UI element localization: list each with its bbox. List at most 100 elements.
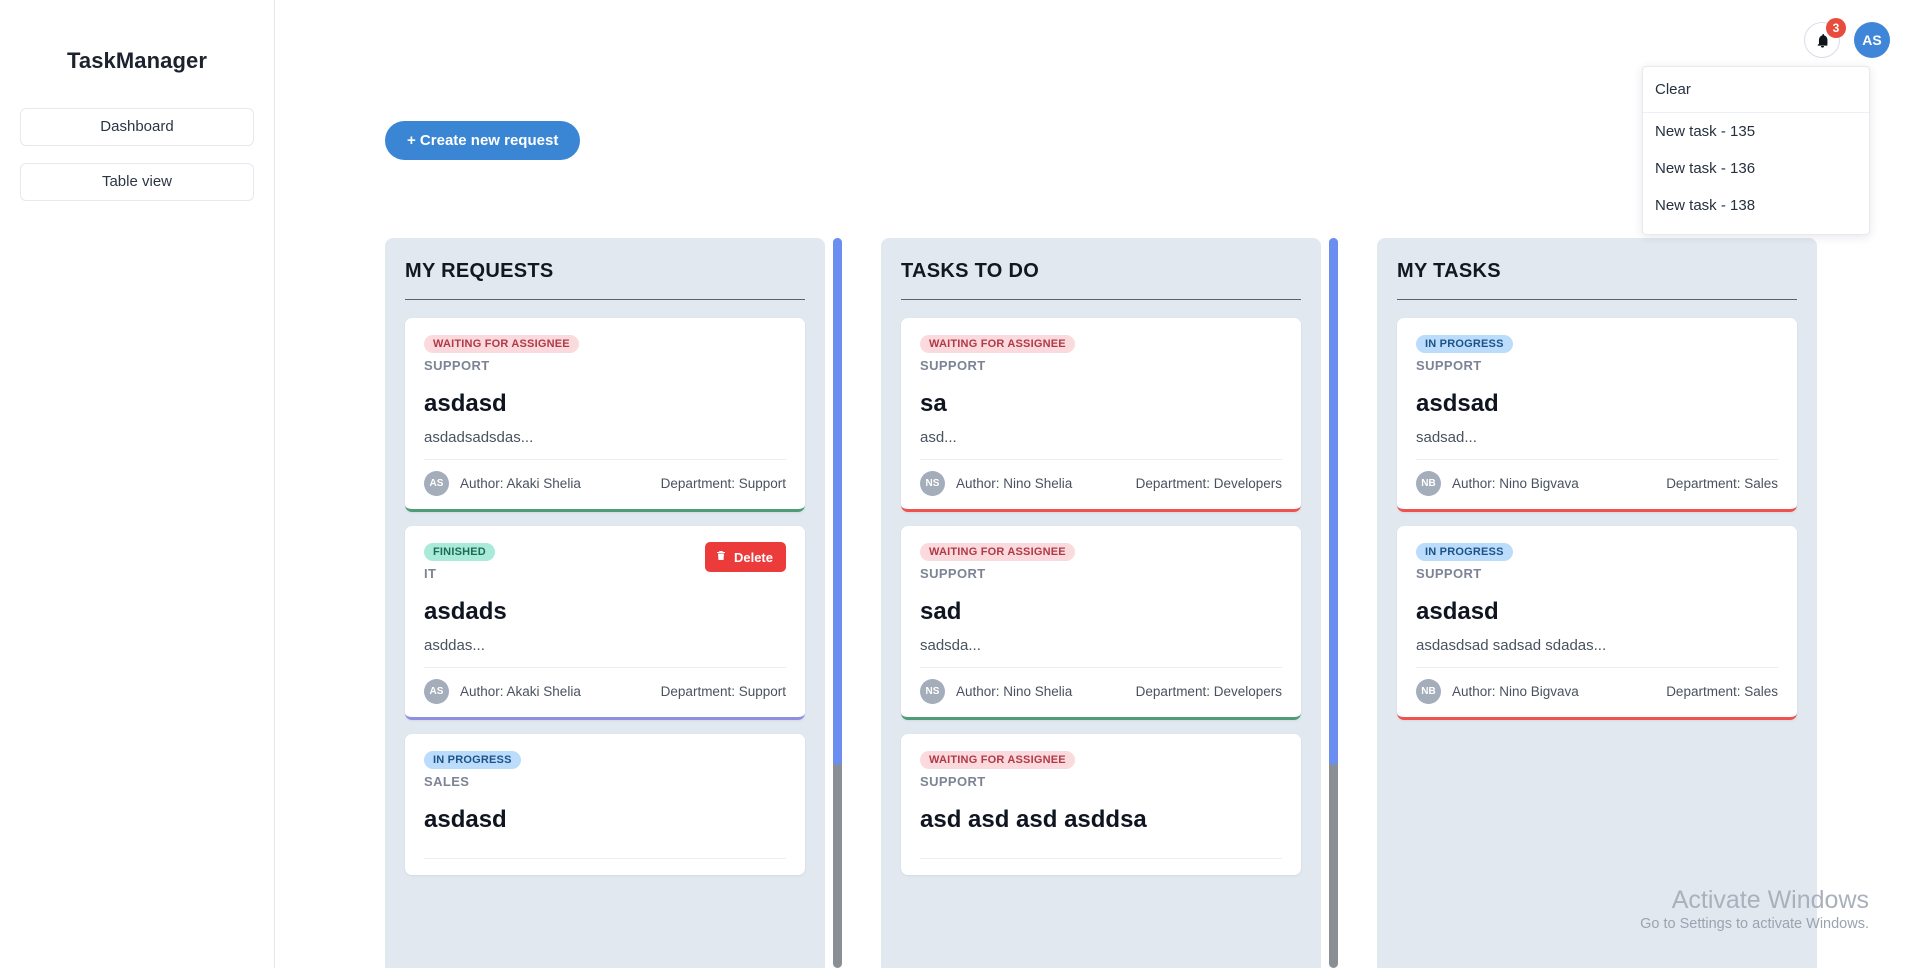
task-card[interactable]: FINISHED IT Delete <box>405 526 805 720</box>
task-card[interactable]: IN PROGRESS SUPPORT asdasd asdasdsad sad… <box>1397 526 1797 720</box>
app-brand-title: TaskManager <box>0 48 274 74</box>
card-department: Department: Support <box>661 684 786 699</box>
card-footer: NS Author: Nino Shelia Department: Devel… <box>920 679 1282 704</box>
card-description: asdasdsad sadsad sdadas... <box>1416 637 1778 668</box>
card-department-tag: SUPPORT <box>424 358 579 373</box>
card-department-tag: SUPPORT <box>1416 358 1513 373</box>
avatar: NB <box>1416 471 1441 496</box>
card-header: IN PROGRESS SALES <box>424 750 786 789</box>
column-scrollbar-thumb[interactable] <box>1329 238 1338 765</box>
card-footer: AS Author: Akaki Shelia Department: Supp… <box>424 679 786 704</box>
board-column-wrapper: TASKS TO DO WAITING FOR ASSIGNEE SUPPORT… <box>881 238 1377 968</box>
column-divider <box>1397 299 1797 300</box>
task-card[interactable]: IN PROGRESS SUPPORT asdsad sadsad... NB … <box>1397 318 1797 512</box>
main-content: 3 AS Clear New task - 135 New task - 136… <box>275 0 1920 968</box>
card-header: IN PROGRESS SUPPORT <box>1416 542 1778 581</box>
notification-count-badge: 3 <box>1826 18 1846 38</box>
task-card[interactable]: IN PROGRESS SALES asdasd <box>405 734 805 875</box>
board-column-tasks-to-do: TASKS TO DO WAITING FOR ASSIGNEE SUPPORT… <box>881 238 1321 968</box>
card-department: Department: Support <box>661 476 786 491</box>
board-column-my-tasks: MY TASKS IN PROGRESS SUPPORT asdsad sads… <box>1377 238 1817 968</box>
card-header: FINISHED IT Delete <box>424 542 786 581</box>
card-description: asdadsadsdas... <box>424 429 786 460</box>
sidebar-item-dashboard[interactable]: Dashboard <box>20 108 254 146</box>
status-badge: IN PROGRESS <box>1416 335 1513 353</box>
card-department-tag: SALES <box>424 774 521 789</box>
card-department: Department: Developers <box>1136 476 1282 491</box>
avatar: AS <box>424 471 449 496</box>
avatar: AS <box>424 679 449 704</box>
card-department-tag: SUPPORT <box>920 566 1075 581</box>
card-author: Author: Nino Bigvava <box>1452 476 1579 491</box>
card-author: Author: Nino Shelia <box>956 476 1072 491</box>
card-title: asdasd <box>424 390 786 418</box>
notification-item[interactable]: New task - 135 <box>1643 113 1869 150</box>
status-badge: WAITING FOR ASSIGNEE <box>920 335 1075 353</box>
card-author: Author: Nino Shelia <box>956 684 1072 699</box>
card-title: asdsad <box>1416 390 1778 418</box>
board-column-wrapper: MY REQUESTS WAITING FOR ASSIGNEE SUPPORT… <box>385 238 881 968</box>
trash-icon <box>715 549 727 565</box>
avatar: NB <box>1416 679 1441 704</box>
card-department-tag: SUPPORT <box>920 774 1075 789</box>
card-footer: NB Author: Nino Bigvava Department: Sale… <box>1416 471 1778 496</box>
task-card[interactable]: WAITING FOR ASSIGNEE SUPPORT asd asd asd… <box>901 734 1301 875</box>
card-header: WAITING FOR ASSIGNEE SUPPORT <box>920 334 1282 373</box>
task-card[interactable]: WAITING FOR ASSIGNEE SUPPORT sad sadsda.… <box>901 526 1301 720</box>
card-department: Department: Developers <box>1136 684 1282 699</box>
column-scrollbar-thumb[interactable] <box>833 238 842 765</box>
column-divider <box>405 299 805 300</box>
card-description <box>424 845 786 859</box>
card-header: IN PROGRESS SUPPORT <box>1416 334 1778 373</box>
card-title: asdasd <box>1416 598 1778 626</box>
user-avatar[interactable]: AS <box>1854 22 1890 58</box>
task-card[interactable]: WAITING FOR ASSIGNEE SUPPORT asdasd asda… <box>405 318 805 512</box>
board-column-my-requests: MY REQUESTS WAITING FOR ASSIGNEE SUPPORT… <box>385 238 825 968</box>
card-header: WAITING FOR ASSIGNEE SUPPORT <box>424 334 786 373</box>
card-department-tag: SUPPORT <box>1416 566 1513 581</box>
kanban-board: MY REQUESTS WAITING FOR ASSIGNEE SUPPORT… <box>385 238 1910 968</box>
column-divider <box>901 299 1301 300</box>
notifications-button[interactable]: 3 <box>1804 22 1840 58</box>
status-badge: WAITING FOR ASSIGNEE <box>920 543 1075 561</box>
avatar: NS <box>920 471 945 496</box>
card-title: sad <box>920 598 1282 626</box>
delete-button-label: Delete <box>734 550 773 565</box>
notification-item[interactable]: New task - 136 <box>1643 150 1869 187</box>
card-description <box>920 845 1282 859</box>
card-department-tag: SUPPORT <box>920 358 1075 373</box>
board-column-wrapper: MY TASKS IN PROGRESS SUPPORT asdsad sads… <box>1377 238 1873 968</box>
status-badge: IN PROGRESS <box>424 751 521 769</box>
column-scrollbar-track[interactable] <box>833 238 842 968</box>
card-description: sadsad... <box>1416 429 1778 460</box>
card-footer: NB Author: Nino Bigvava Department: Sale… <box>1416 679 1778 704</box>
task-card[interactable]: WAITING FOR ASSIGNEE SUPPORT sa asd... N… <box>901 318 1301 512</box>
card-footer: NS Author: Nino Shelia Department: Devel… <box>920 471 1282 496</box>
card-title: asdads <box>424 598 786 626</box>
sidebar-item-table-view[interactable]: Table view <box>20 163 254 201</box>
card-department: Department: Sales <box>1666 476 1778 491</box>
column-scrollbar-track[interactable] <box>1329 238 1338 968</box>
card-author: Author: Akaki Shelia <box>460 684 581 699</box>
status-badge: WAITING FOR ASSIGNEE <box>920 751 1075 769</box>
card-department: Department: Sales <box>1666 684 1778 699</box>
clear-notifications-button[interactable]: Clear <box>1643 67 1869 113</box>
card-title: asd asd asd asddsa <box>920 806 1282 834</box>
card-header: WAITING FOR ASSIGNEE SUPPORT <box>920 750 1282 789</box>
card-author: Author: Nino Bigvava <box>1452 684 1579 699</box>
delete-button[interactable]: Delete <box>705 542 786 572</box>
card-header: WAITING FOR ASSIGNEE SUPPORT <box>920 542 1282 581</box>
card-footer: AS Author: Akaki Shelia Department: Supp… <box>424 471 786 496</box>
status-badge: IN PROGRESS <box>1416 543 1513 561</box>
card-title: sa <box>920 390 1282 418</box>
notifications-dropdown: Clear New task - 135 New task - 136 New … <box>1642 66 1870 235</box>
card-description: asddas... <box>424 637 786 668</box>
create-new-request-button[interactable]: + Create new request <box>385 121 580 160</box>
column-title: MY TASKS <box>1397 260 1797 283</box>
sidebar-nav: Dashboard Table view <box>0 108 274 201</box>
column-title: TASKS TO DO <box>901 260 1301 283</box>
card-description: sadsda... <box>920 637 1282 668</box>
status-badge: WAITING FOR ASSIGNEE <box>424 335 579 353</box>
column-title: MY REQUESTS <box>405 260 805 283</box>
notification-item[interactable]: New task - 138 <box>1643 187 1869 224</box>
